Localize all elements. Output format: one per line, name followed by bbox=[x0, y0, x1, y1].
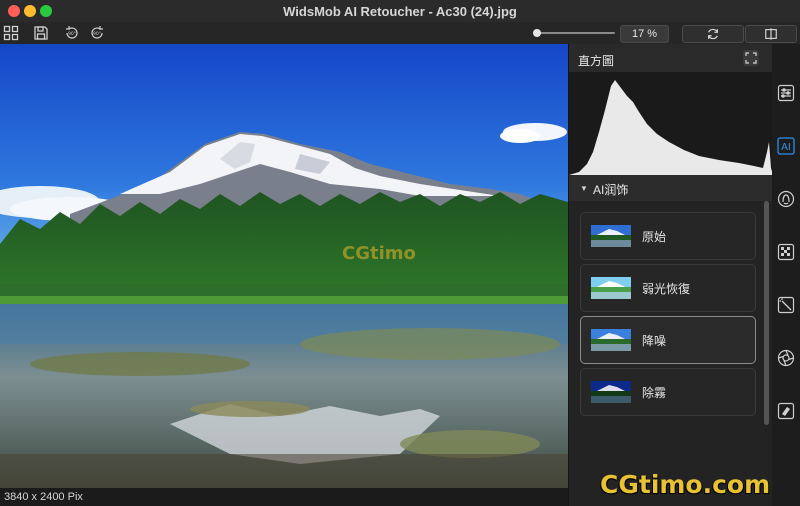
grid-view-icon[interactable] bbox=[3, 25, 19, 41]
svg-text:90°: 90° bbox=[93, 31, 101, 37]
toolbar bbox=[0, 22, 800, 45]
ai-retouch-title: AI润饰 bbox=[593, 183, 629, 197]
preset-denoise[interactable]: 降噪 bbox=[580, 316, 756, 364]
preset-label: 除霧 bbox=[642, 386, 667, 400]
mosaic-icon[interactable] bbox=[777, 243, 795, 261]
zoom-slider-handle[interactable] bbox=[533, 29, 541, 37]
rotate-right-icon[interactable]: 90° bbox=[89, 25, 105, 41]
preset-dehaze[interactable]: 除霧 bbox=[580, 368, 756, 416]
site-watermark: CGtimo.com bbox=[600, 470, 771, 499]
histogram-title: 直方圖 bbox=[578, 54, 615, 68]
preset-label: 降噪 bbox=[642, 334, 667, 348]
histogram-header: 直方圖 bbox=[569, 44, 773, 72]
preset-label: 弱光恢復 bbox=[642, 282, 691, 296]
zoom-slider[interactable] bbox=[533, 32, 615, 34]
panel-scrollbar[interactable] bbox=[764, 201, 769, 425]
expand-histogram-button[interactable] bbox=[743, 50, 759, 66]
expand-icon bbox=[745, 52, 757, 64]
eraser-icon[interactable] bbox=[777, 402, 795, 420]
portrait-icon[interactable] bbox=[777, 190, 795, 208]
ai-icon[interactable]: AI bbox=[777, 137, 795, 155]
split-view-icon bbox=[765, 28, 777, 40]
magic-wand-icon[interactable] bbox=[777, 296, 795, 314]
ai-retouch-header[interactable]: ▼ AI润饰 bbox=[569, 175, 773, 201]
photo-canvas[interactable]: CGtimo bbox=[0, 44, 568, 488]
aperture-icon[interactable] bbox=[777, 349, 795, 367]
preset-thumbnail bbox=[591, 225, 631, 247]
compare-refresh-button[interactable] bbox=[682, 25, 744, 43]
canvas-watermark: CGtimo bbox=[342, 243, 416, 264]
rotate-left-icon[interactable]: 90° bbox=[64, 25, 80, 41]
preset-thumbnail bbox=[591, 381, 631, 403]
preset-label: 原始 bbox=[642, 230, 667, 244]
save-icon[interactable] bbox=[33, 25, 49, 41]
landscape-photo bbox=[0, 44, 568, 488]
collapse-arrow-icon[interactable]: ▼ bbox=[580, 184, 588, 193]
split-view-button[interactable] bbox=[745, 25, 797, 43]
zoom-value[interactable]: 17 % bbox=[620, 25, 669, 43]
preset-thumbnail bbox=[591, 329, 631, 351]
svg-text:90°: 90° bbox=[68, 31, 76, 37]
svg-text:AI: AI bbox=[781, 142, 791, 153]
preset-original[interactable]: 原始 bbox=[580, 212, 756, 260]
histogram-chart bbox=[569, 72, 773, 175]
title-bar: WidsMob AI Retoucher - Ac30 (24).jpg bbox=[0, 0, 800, 23]
refresh-icon bbox=[708, 28, 718, 40]
window-title: WidsMob AI Retoucher - Ac30 (24).jpg bbox=[283, 4, 517, 19]
adjust-sliders-icon[interactable] bbox=[777, 84, 795, 102]
preset-low-light[interactable]: 弱光恢復 bbox=[580, 264, 756, 312]
preset-thumbnail bbox=[591, 277, 631, 299]
image-dimensions: 3840 x 2400 Pix bbox=[0, 488, 572, 506]
right-panel: 直方圖 ▼ AI润饰 原始 弱光恢復 降噪 除霧 bbox=[568, 44, 773, 506]
tool-icon-bar: AI bbox=[772, 44, 800, 506]
